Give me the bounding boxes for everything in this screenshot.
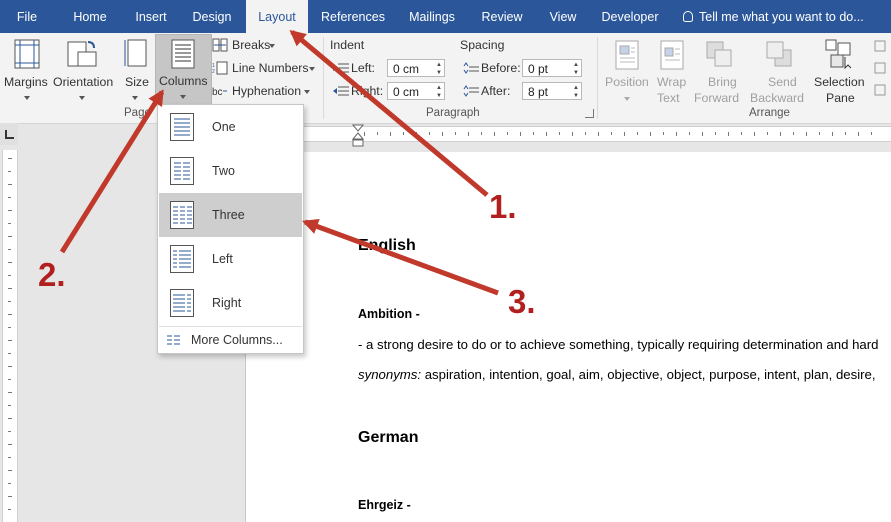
annotation-arrows <box>59 29 499 296</box>
arrow-1-icon <box>289 29 489 197</box>
arrow-3-icon <box>301 218 499 296</box>
annotation-2: 2. <box>38 256 66 293</box>
arrow-2-icon <box>59 89 165 254</box>
annotation-3: 3. <box>508 283 536 320</box>
annotation-1: 1. <box>489 188 517 225</box>
